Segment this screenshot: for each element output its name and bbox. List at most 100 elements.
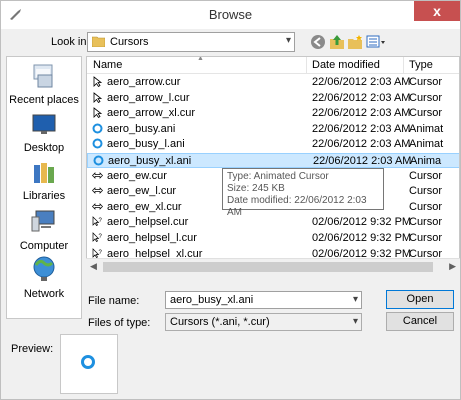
file-type-cell: Cursor <box>409 76 443 88</box>
look-in-combo[interactable]: Cursors ▾ <box>87 32 295 52</box>
files-of-type-select[interactable]: Cursors (*.ani, *.cur) ▾ <box>165 313 362 331</box>
computer-icon <box>31 210 55 232</box>
file-type-cell: Cursor <box>409 185 443 198</box>
help-cursor-icon: ? <box>92 216 103 227</box>
open-button[interactable]: Open <box>386 290 454 309</box>
file-type-cell: Cursor <box>409 200 443 213</box>
file-name-input[interactable]: aero_busy_xl.ani ▾ <box>165 291 362 309</box>
file-date-cell: 02/06/2012 9:32 PM <box>312 232 412 244</box>
files-of-type-label: Files of type: <box>88 317 151 329</box>
column-header-date[interactable]: Date modified <box>312 59 380 71</box>
ew-resize-icon <box>92 201 103 212</box>
column-divider[interactable] <box>306 57 307 73</box>
libraries-icon <box>34 163 54 183</box>
horizontal-scrollbar[interactable]: ◀ ▶ <box>86 258 460 276</box>
file-list[interactable]: ▲ Name Date modified Type aero_arrow.cur… <box>86 56 460 276</box>
file-row[interactable]: aero_busy_xl.ani 22/06/2012 2:03 AM Anima <box>87 153 459 168</box>
place-libraries[interactable]: Libraries <box>7 161 81 202</box>
look-in-label: Look in: <box>51 36 90 48</box>
file-type-cell: Animat <box>409 122 444 135</box>
scroll-left-icon[interactable]: ◀ <box>90 261 97 272</box>
file-date-cell: 22/06/2012 2:03 AM <box>312 91 411 104</box>
back-icon[interactable] <box>310 34 326 50</box>
place-recent-places[interactable]: Recent places <box>7 63 81 106</box>
svg-text:?: ? <box>99 218 103 224</box>
column-header-name[interactable]: Name <box>93 59 122 71</box>
file-name-cell: aero_arrow_xl.cur <box>107 107 196 120</box>
title-bar[interactable]: Browse x <box>1 1 460 29</box>
file-type-cell: Animat <box>409 138 444 151</box>
file-row[interactable]: aero_busy.ani 22/06/2012 2:03 AM Animat <box>87 122 459 137</box>
file-type-cell: Cursor <box>409 91 443 104</box>
places-bar: Recent places Desktop Libraries Computer… <box>6 56 82 319</box>
browse-dialog: Browse x Look in: Cursors ▾ Recent place… <box>0 0 461 400</box>
file-date-cell: 22/06/2012 2:03 AM <box>313 155 412 167</box>
file-name-value: aero_busy_xl.ani <box>170 294 254 306</box>
busy-ring-preview-icon <box>81 355 95 369</box>
file-date-cell: 22/06/2012 2:03 AM <box>312 76 411 88</box>
file-name-cell: aero_helpsel.cur <box>107 216 189 229</box>
tooltip-date: Date modified: 22/06/2012 2:03 AM <box>227 195 367 218</box>
file-row[interactable]: aero_arrow_xl.cur 22/06/2012 2:03 AM Curso… <box>87 106 459 121</box>
file-row[interactable]: aero_busy_l.ani 22/06/2012 2:03 AM Animat <box>87 137 459 152</box>
file-name-cell: aero_busy_l.ani <box>107 138 185 151</box>
place-label: Computer <box>19 240 69 252</box>
scroll-right-icon[interactable]: ▶ <box>449 261 456 272</box>
place-network[interactable]: Network <box>7 255 81 300</box>
file-name-label: File name: <box>88 295 140 307</box>
file-date-cell: 22/06/2012 2:03 AM <box>312 138 411 151</box>
preview-label: Preview: <box>11 343 54 355</box>
chevron-down-icon[interactable]: ▾ <box>353 316 358 327</box>
window-title: Browse <box>208 7 253 22</box>
view-menu-icon[interactable] <box>366 34 386 50</box>
files-of-type-value: Cursors (*.ani, *.cur) <box>170 316 270 328</box>
file-type-cell: Cursor <box>409 107 443 120</box>
svg-text:?: ? <box>99 234 103 240</box>
place-label: Libraries <box>22 190 66 202</box>
file-type-cell: Cursor <box>409 232 443 244</box>
file-name-cell: aero_ew.cur <box>107 169 167 182</box>
place-label: Desktop <box>23 142 65 154</box>
file-name-cell: aero_ew_xl.cur <box>107 200 182 213</box>
folder-icon <box>92 36 105 47</box>
place-label: Network <box>23 288 65 300</box>
file-name-cell: aero_ew_l.cur <box>107 185 177 198</box>
new-folder-icon[interactable] <box>347 34 363 50</box>
place-label: Recent places <box>9 94 79 106</box>
place-desktop[interactable]: Desktop <box>7 113 81 154</box>
file-row[interactable]: aero_arrow_l.cur 22/06/2012 2:03 AM Cursor <box>87 91 459 106</box>
ew-resize-icon <box>92 170 103 181</box>
file-name-cell: aero_busy_xl.ani <box>108 155 192 167</box>
file-name-cell: aero_arrow_l.cur <box>107 91 190 104</box>
chevron-down-icon[interactable]: ▾ <box>353 294 358 305</box>
file-name-cell: aero_busy.ani <box>107 122 176 135</box>
svg-text:?: ? <box>99 250 103 256</box>
column-header-row: ▲ Name Date modified Type <box>87 56 459 74</box>
file-type-cell: Anima <box>410 155 442 167</box>
up-folder-icon[interactable] <box>329 34 345 50</box>
column-divider[interactable] <box>403 57 404 73</box>
look-in-value: Cursors <box>110 36 149 48</box>
busy-ring-icon <box>93 155 104 166</box>
file-row[interactable]: ? aero_helpsel_l.cur 02/06/2012 9:32 PM Cur… <box>87 231 459 246</box>
file-name-cell: aero_helpsel_l.cur <box>107 232 197 244</box>
file-name-cell: aero_arrow.cur <box>107 76 181 88</box>
tooltip-type: Type: Animated Cursor <box>227 171 329 182</box>
place-computer[interactable]: Computer <box>7 209 81 252</box>
close-button[interactable]: x <box>414 1 460 21</box>
preview-box <box>60 334 118 394</box>
column-header-type[interactable]: Type <box>409 59 433 71</box>
arrow-cursor-icon <box>92 76 103 88</box>
busy-ring-icon <box>92 123 103 134</box>
file-date-cell: 22/06/2012 2:03 AM <box>312 122 411 135</box>
file-row[interactable]: aero_arrow.cur 22/06/2012 2:03 AM Cursor <box>87 75 459 90</box>
desktop-icon <box>32 114 56 134</box>
tooltip-size: Size: 245 KB <box>227 183 285 194</box>
ew-resize-icon <box>92 185 103 196</box>
network-icon <box>33 256 55 281</box>
recent-places-icon <box>33 64 53 88</box>
cancel-button[interactable]: Cancel <box>386 312 454 331</box>
sort-ascending-icon: ▲ <box>197 56 204 62</box>
chevron-down-icon[interactable]: ▾ <box>286 35 291 46</box>
scrollbar-thumb[interactable] <box>103 262 433 272</box>
